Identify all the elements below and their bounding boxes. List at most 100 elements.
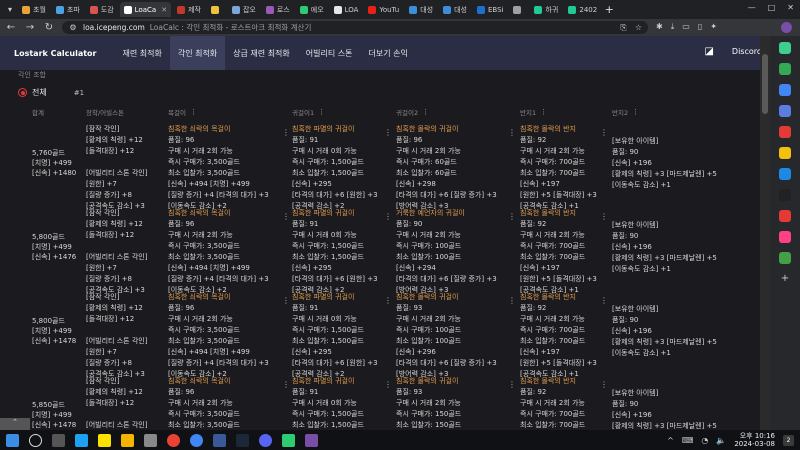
item-menu-icon[interactable]: ⋮	[282, 380, 290, 389]
browser-tab[interactable]: LoaCa ✕	[119, 2, 172, 17]
kakaotalk-app-icon[interactable]	[98, 433, 111, 447]
browser-tab[interactable]	[509, 2, 528, 17]
browser-tab[interactable]	[207, 2, 226, 17]
translate-icon[interactable]: ⎘	[620, 23, 626, 33]
address-bar[interactable]: ⚙ loa.icepeng.com LoaCalc : 각인 최적화 - 로스트…	[62, 21, 648, 34]
column-menu-icon[interactable]: ⋮	[540, 108, 547, 116]
item-menu-icon[interactable]: ⋮	[600, 128, 608, 137]
item-menu-icon[interactable]: ⋮	[508, 380, 516, 389]
browser-tab[interactable]: 초월	[18, 2, 50, 17]
item-menu-icon[interactable]: ⋮	[384, 212, 392, 221]
column-menu-icon[interactable]: ⋮	[318, 108, 325, 116]
puzzle-icon[interactable]: ✦	[710, 22, 717, 32]
nav-item[interactable]: 더보기 손익	[360, 36, 415, 70]
scrollbar-thumb[interactable]	[762, 54, 768, 114]
media-app-icon[interactable]	[305, 433, 318, 447]
item-menu-icon[interactable]: ⋮	[508, 212, 516, 221]
browser-tab[interactable]: 대성	[439, 2, 471, 17]
maximize-icon[interactable]: □	[768, 3, 776, 12]
task-view-icon[interactable]	[52, 433, 65, 447]
close-tab-icon[interactable]: ✕	[161, 6, 167, 14]
side-app-icon[interactable]	[779, 210, 791, 222]
paint-bucket-icon[interactable]: ◪	[704, 46, 713, 57]
item-menu-icon[interactable]: ⋮	[600, 380, 608, 389]
spreadsheet-app-icon[interactable]	[282, 433, 295, 447]
forward-icon[interactable]: →	[25, 22, 35, 33]
chrome-profile-icon[interactable]	[190, 433, 203, 447]
download-icon[interactable]: ⤓	[671, 22, 675, 32]
tray-chevron-icon[interactable]: ^	[667, 436, 674, 445]
filter-radio[interactable]	[18, 88, 27, 97]
reading-list-icon[interactable]: ▯	[698, 22, 702, 32]
side-app-icon[interactable]	[779, 42, 791, 54]
nav-item[interactable]: 상급 재련 최적화	[225, 36, 298, 70]
discord-app-icon[interactable]	[259, 433, 272, 447]
notification-badge[interactable]: 2	[783, 434, 794, 446]
browser-tab[interactable]: 제작	[173, 2, 205, 17]
add-side-app-icon[interactable]: +	[781, 273, 789, 284]
settings-gear-icon[interactable]	[144, 433, 157, 447]
browser-tab[interactable]: 에오	[296, 2, 328, 17]
side-app-icon[interactable]	[779, 189, 791, 201]
side-app-icon[interactable]	[779, 84, 791, 96]
nav-item[interactable]: 재련 최적화	[114, 36, 169, 70]
file-explorer-icon[interactable]	[121, 433, 134, 447]
item-menu-icon[interactable]: ⋮	[384, 296, 392, 305]
side-app-icon[interactable]	[779, 231, 791, 243]
site-brand[interactable]: Lostark Calculator	[14, 49, 96, 58]
side-app-icon[interactable]	[779, 147, 791, 159]
browser-tab[interactable]: 2402	[564, 2, 601, 17]
side-app-icon[interactable]	[779, 252, 791, 264]
close-window-icon[interactable]: ✕	[787, 3, 794, 12]
item-menu-icon[interactable]: ⋮	[282, 128, 290, 137]
browser-tab[interactable]: LOA	[330, 2, 363, 17]
tab-search-icon[interactable]: ▭	[682, 22, 690, 32]
browser-tab[interactable]: YouTu	[364, 2, 403, 17]
browser-tab[interactable]: EBSi	[473, 2, 508, 17]
browser-tab[interactable]: 대성	[405, 2, 437, 17]
minimize-icon[interactable]: —	[748, 3, 756, 12]
side-app-icon[interactable]	[779, 105, 791, 117]
item-menu-icon[interactable]: ⋮	[508, 296, 516, 305]
item-menu-icon[interactable]: ⋮	[384, 380, 392, 389]
nav-item[interactable]: 각인 최적화	[169, 36, 226, 70]
tab-list-icon[interactable]: ▾	[4, 4, 16, 16]
network-icon[interactable]: ◔	[701, 436, 708, 445]
bookmark-star-icon[interactable]: ☆	[635, 23, 642, 33]
filter-label[interactable]: 전체	[32, 87, 47, 98]
item-menu-icon[interactable]: ⋮	[282, 296, 290, 305]
volume-icon[interactable]: 🔈	[716, 436, 726, 445]
site-info-icon[interactable]: ⚙	[68, 23, 78, 32]
item-menu-icon[interactable]: ⋮	[600, 296, 608, 305]
column-menu-icon[interactable]: ⋮	[632, 108, 639, 116]
column-menu-icon[interactable]: ⋮	[422, 108, 429, 116]
profile-avatar[interactable]	[781, 22, 792, 33]
scroll-top-button[interactable]: ⌃	[0, 418, 30, 430]
twitter-app-icon[interactable]	[75, 433, 88, 447]
browser-tab[interactable]: 초파	[52, 2, 84, 17]
system-clock[interactable]: 오후 10:16 2024-03-08	[734, 432, 775, 448]
steam-app-icon[interactable]	[236, 433, 249, 447]
page-scrollbar[interactable]	[760, 36, 770, 430]
browser-tab[interactable]: 로스	[262, 2, 294, 17]
back-icon[interactable]: ←	[6, 22, 16, 33]
item-menu-icon[interactable]: ⋮	[282, 212, 290, 221]
discord-link[interactable]: Discord	[732, 47, 762, 56]
browser-tab[interactable]: 잡오	[228, 2, 260, 17]
item-menu-icon[interactable]: ⋮	[384, 128, 392, 137]
extensions-icon[interactable]: ✱	[656, 22, 663, 32]
side-app-icon[interactable]	[779, 168, 791, 180]
side-app-icon[interactable]	[779, 63, 791, 75]
item-menu-icon[interactable]: ⋮	[600, 212, 608, 221]
browser-tab[interactable]: 하귀	[530, 2, 562, 17]
item-menu-icon[interactable]: ⋮	[508, 128, 516, 137]
game-launcher-icon[interactable]	[213, 433, 226, 447]
keyboard-icon[interactable]: ⌨	[682, 436, 694, 445]
search-icon[interactable]	[29, 433, 42, 447]
column-menu-icon[interactable]: ⋮	[190, 108, 197, 116]
chrome-app-icon[interactable]	[167, 433, 180, 447]
reload-icon[interactable]: ↻	[44, 22, 54, 33]
browser-tab[interactable]: 도감	[86, 2, 118, 17]
windows-start-icon[interactable]	[6, 433, 19, 447]
new-tab-button[interactable]: +	[603, 3, 615, 16]
